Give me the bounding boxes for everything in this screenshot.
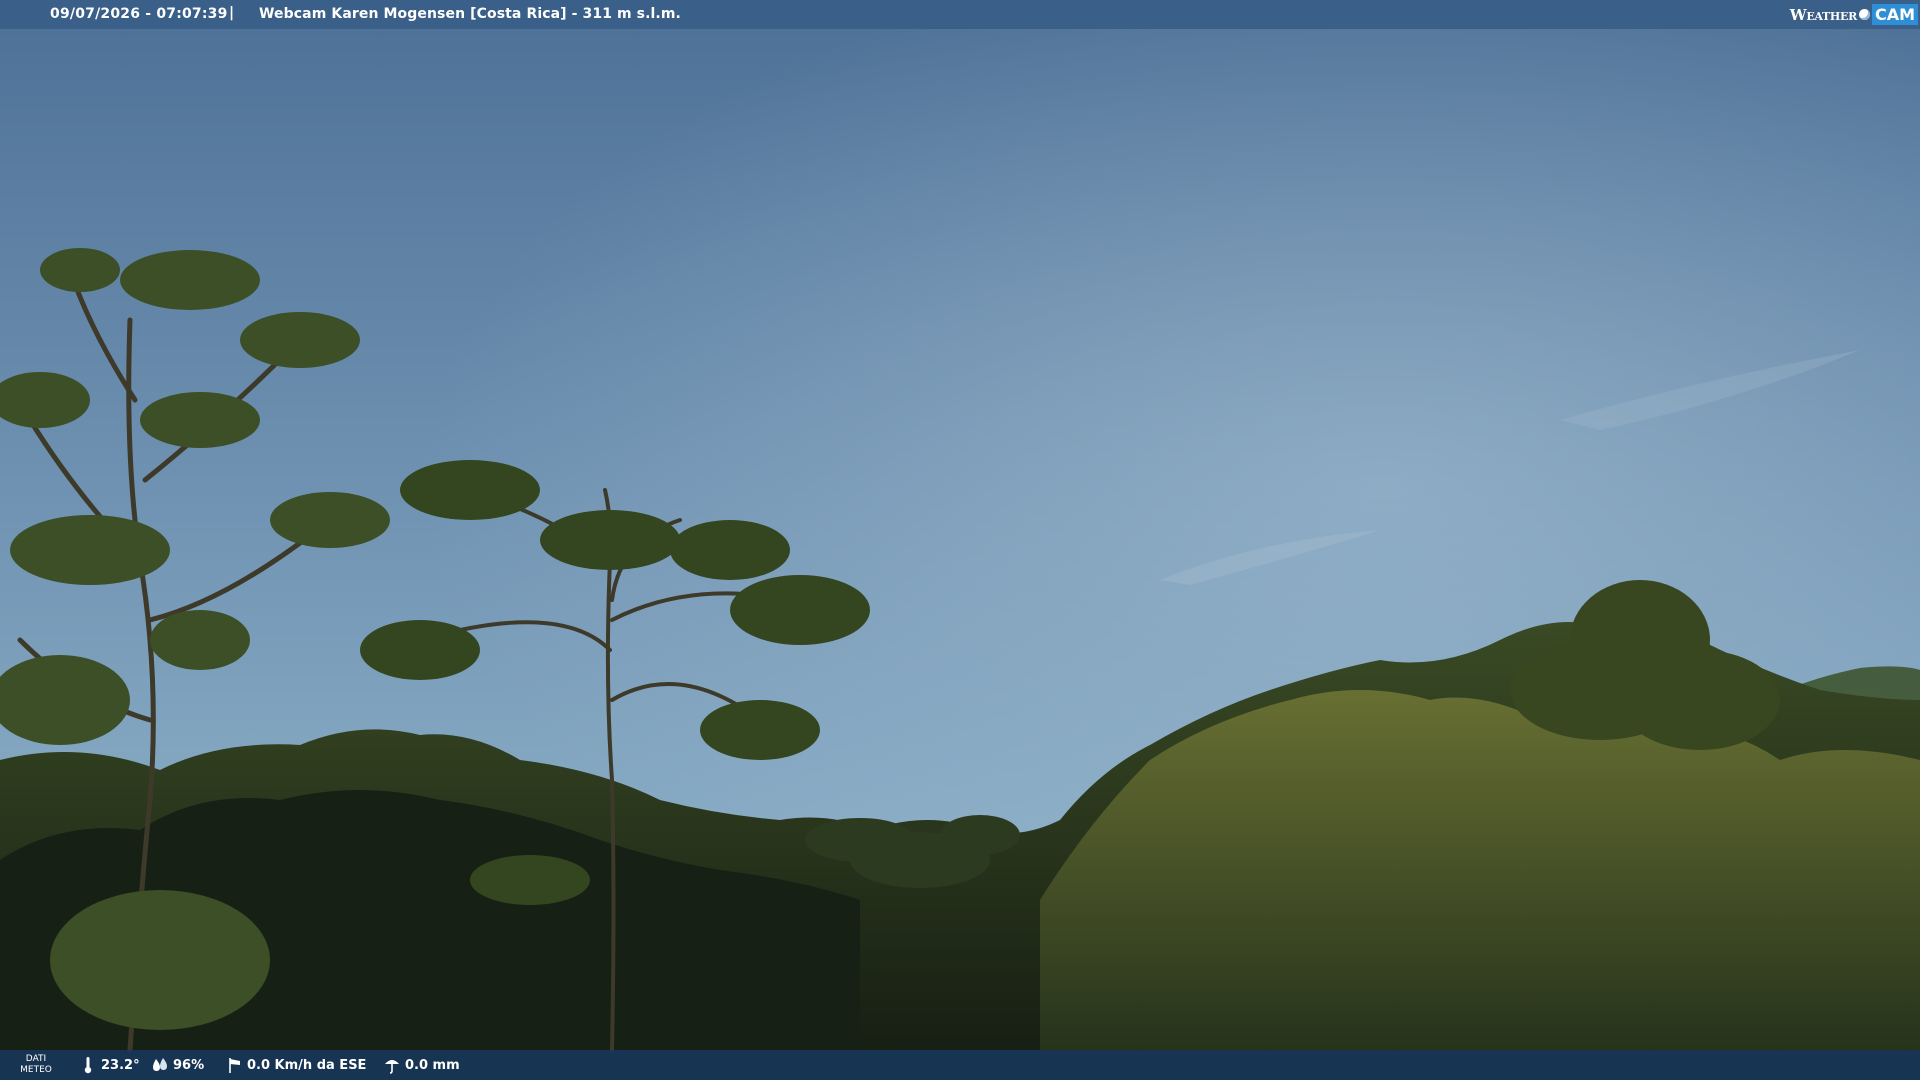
rain-gauge-icon xyxy=(385,1060,399,1074)
wind-value: 0.0 Km/h da ESE xyxy=(247,1057,367,1073)
temperature-value: 23.2° xyxy=(101,1057,140,1073)
right-tall-tree xyxy=(1510,580,1780,750)
temperature-reading: 23.2° xyxy=(80,1056,140,1074)
rain-reading: 0.0 mm xyxy=(384,1056,460,1074)
humidity-value: 96% xyxy=(173,1057,205,1073)
wind-reading: 0.0 Km/h da ESE xyxy=(226,1056,366,1074)
brand-cam-text: CAM xyxy=(1871,4,1918,25)
forest-scene xyxy=(0,248,1920,1080)
meteo-label: METEO xyxy=(20,1065,52,1075)
dati-label: DATI xyxy=(25,1054,47,1064)
brand-dot-icon xyxy=(1858,9,1870,20)
thermometer-icon xyxy=(84,1057,92,1074)
humidity-reading: 96% xyxy=(152,1056,204,1074)
rain-value: 0.0 mm xyxy=(405,1057,460,1073)
webcam-title: Webcam Karen Mogensen [Costa Rica] - 311… xyxy=(259,6,681,22)
wind-icon xyxy=(229,1058,240,1073)
brand-weather-text: Weather xyxy=(1789,5,1857,24)
humidity-icon xyxy=(153,1058,167,1071)
capture-datetime: 09/07/2026 - 07:07:39 xyxy=(50,6,228,22)
dati-meteo-label: DATI METEO xyxy=(18,1054,54,1076)
weathercam-logo[interactable]: Weather CAM xyxy=(1790,2,1918,27)
header-separator: | xyxy=(229,5,235,21)
webcam-frame: 09/07/2026 - 07:07:39 | Webcam Karen Mog… xyxy=(0,0,1920,1080)
header-bar: 09/07/2026 - 07:07:39 | Webcam Karen Mog… xyxy=(0,0,1920,29)
weather-data-bar: DATI METEO 23.2° 96% 0.0 Km/h da ESE 0.0… xyxy=(0,1050,1920,1080)
